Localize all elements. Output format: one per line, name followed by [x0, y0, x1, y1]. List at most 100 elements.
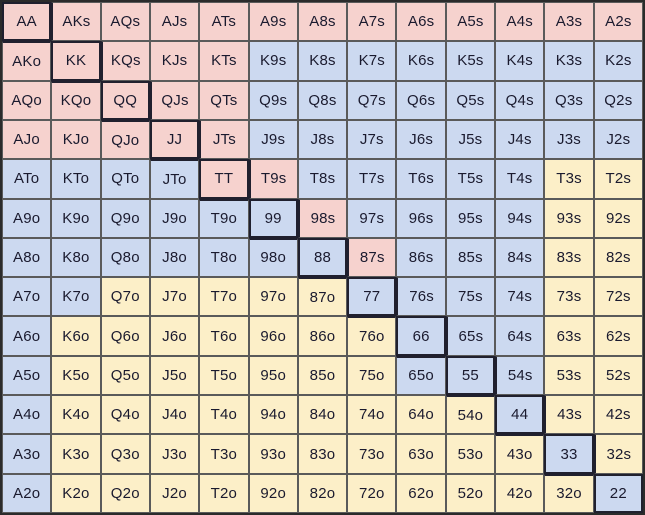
- hand-cell-32s[interactable]: 32s: [593, 434, 643, 474]
- hand-cell-t9s[interactable]: T9s: [248, 159, 298, 199]
- hand-cell-k3o[interactable]: K3o: [51, 434, 101, 474]
- hand-cell-t3o[interactable]: T3o: [199, 434, 249, 474]
- hand-cell-33[interactable]: 33: [544, 434, 594, 474]
- hand-cell-t4s[interactable]: T4s: [495, 159, 545, 199]
- hand-cell-53s[interactable]: 53s: [544, 355, 594, 396]
- hand-cell-a6s[interactable]: A6s: [396, 2, 446, 42]
- hand-cell-a8s[interactable]: A8s: [297, 2, 348, 42]
- hand-cell-64s[interactable]: 64s: [495, 316, 545, 356]
- hand-cell-kto[interactable]: KTo: [51, 159, 101, 199]
- hand-cell-qjs[interactable]: QJs: [149, 80, 200, 120]
- hand-cell-k4o[interactable]: K4o: [51, 395, 101, 435]
- hand-cell-j2o[interactable]: J2o: [149, 473, 200, 513]
- hand-cell-t5o[interactable]: T5o: [199, 355, 249, 396]
- hand-cell-q6o[interactable]: Q6o: [100, 316, 150, 356]
- hand-cell-a5s[interactable]: A5s: [445, 2, 496, 42]
- hand-cell-t7s[interactable]: T7s: [347, 159, 397, 199]
- hand-cell-54o[interactable]: 54o: [445, 395, 496, 435]
- hand-cell-77[interactable]: 77: [347, 277, 397, 317]
- hand-cell-66[interactable]: 66: [396, 316, 446, 356]
- hand-cell-j3s[interactable]: J3s: [544, 119, 594, 160]
- hand-cell-j4o[interactable]: J4o: [149, 395, 200, 435]
- hand-cell-43o[interactable]: 43o: [495, 434, 545, 474]
- hand-cell-92o[interactable]: 92o: [248, 473, 298, 513]
- hand-cell-t8s[interactable]: T8s: [297, 159, 348, 199]
- hand-cell-j8s[interactable]: J8s: [297, 119, 348, 160]
- hand-cell-q5s[interactable]: Q5s: [445, 80, 496, 120]
- hand-cell-a2o[interactable]: A2o: [2, 473, 52, 513]
- hand-cell-qts[interactable]: QTs: [199, 80, 249, 120]
- hand-cell-95o[interactable]: 95o: [248, 355, 298, 396]
- hand-cell-a4s[interactable]: A4s: [495, 2, 545, 42]
- hand-cell-88[interactable]: 88: [297, 237, 348, 278]
- hand-cell-76o[interactable]: 76o: [347, 316, 397, 356]
- hand-cell-55[interactable]: 55: [445, 355, 496, 396]
- hand-cell-k5o[interactable]: K5o: [51, 355, 101, 396]
- hand-cell-t3s[interactable]: T3s: [544, 159, 594, 199]
- hand-cell-qjo[interactable]: QJo: [100, 119, 150, 160]
- hand-cell-t2o[interactable]: T2o: [199, 473, 249, 513]
- hand-cell-kqs[interactable]: KQs: [100, 41, 150, 81]
- hand-cell-j5o[interactable]: J5o: [149, 355, 200, 396]
- hand-cell-qq[interactable]: QQ: [100, 80, 150, 120]
- hand-cell-62o[interactable]: 62o: [396, 473, 446, 513]
- hand-cell-65o[interactable]: 65o: [396, 355, 446, 396]
- hand-cell-kjs[interactable]: KJs: [149, 41, 200, 81]
- hand-cell-93s[interactable]: 93s: [544, 198, 594, 238]
- hand-cell-ako[interactable]: AKo: [2, 41, 52, 81]
- hand-cell-t2s[interactable]: T2s: [593, 159, 643, 199]
- hand-cell-q9s[interactable]: Q9s: [248, 80, 298, 120]
- hand-cell-k3s[interactable]: K3s: [544, 41, 594, 81]
- hand-cell-a9s[interactable]: A9s: [248, 2, 298, 42]
- hand-cell-q2s[interactable]: Q2s: [593, 80, 643, 120]
- hand-cell-q7o[interactable]: Q7o: [100, 277, 150, 317]
- hand-cell-aqs[interactable]: AQs: [100, 2, 150, 42]
- hand-cell-k4s[interactable]: K4s: [495, 41, 545, 81]
- hand-cell-k7s[interactable]: K7s: [347, 41, 397, 81]
- hand-cell-aks[interactable]: AKs: [51, 2, 101, 42]
- hand-cell-76s[interactable]: 76s: [396, 277, 446, 317]
- hand-cell-a5o[interactable]: A5o: [2, 355, 52, 396]
- hand-cell-54s[interactable]: 54s: [495, 355, 545, 396]
- hand-cell-32o[interactable]: 32o: [544, 473, 594, 513]
- hand-cell-k6s[interactable]: K6s: [396, 41, 446, 81]
- hand-cell-q4o[interactable]: Q4o: [100, 395, 150, 435]
- hand-cell-j9s[interactable]: J9s: [248, 119, 298, 160]
- hand-cell-k6o[interactable]: K6o: [51, 316, 101, 356]
- hand-cell-52s[interactable]: 52s: [593, 355, 643, 396]
- hand-cell-63o[interactable]: 63o: [396, 434, 446, 474]
- hand-cell-85o[interactable]: 85o: [297, 355, 348, 396]
- hand-cell-k7o[interactable]: K7o: [51, 277, 101, 317]
- hand-cell-q5o[interactable]: Q5o: [100, 355, 150, 396]
- hand-cell-86s[interactable]: 86s: [396, 237, 446, 278]
- hand-cell-q2o[interactable]: Q2o: [100, 473, 150, 513]
- hand-cell-t5s[interactable]: T5s: [445, 159, 496, 199]
- hand-cell-q8o[interactable]: Q8o: [100, 237, 150, 278]
- hand-cell-j7o[interactable]: J7o: [149, 277, 200, 317]
- hand-cell-ajs[interactable]: AJs: [149, 2, 200, 42]
- hand-cell-84o[interactable]: 84o: [297, 395, 348, 435]
- hand-cell-kqo[interactable]: KQo: [51, 80, 101, 120]
- hand-cell-k5s[interactable]: K5s: [445, 41, 496, 81]
- hand-cell-a2s[interactable]: A2s: [593, 2, 643, 42]
- hand-cell-75o[interactable]: 75o: [347, 355, 397, 396]
- hand-cell-95s[interactable]: 95s: [445, 198, 496, 238]
- hand-cell-jts[interactable]: JTs: [199, 119, 249, 160]
- hand-cell-aqo[interactable]: AQo: [2, 80, 52, 120]
- hand-cell-q6s[interactable]: Q6s: [396, 80, 446, 120]
- hand-cell-83s[interactable]: 83s: [544, 237, 594, 278]
- hand-cell-72s[interactable]: 72s: [593, 277, 643, 317]
- hand-cell-87o[interactable]: 87o: [297, 277, 348, 317]
- hand-cell-qto[interactable]: QTo: [100, 159, 150, 199]
- hand-cell-j6s[interactable]: J6s: [396, 119, 446, 160]
- hand-cell-85s[interactable]: 85s: [445, 237, 496, 278]
- hand-cell-k8o[interactable]: K8o: [51, 237, 101, 278]
- hand-cell-82o[interactable]: 82o: [297, 473, 348, 513]
- hand-cell-86o[interactable]: 86o: [297, 316, 348, 356]
- hand-cell-t8o[interactable]: T8o: [199, 237, 249, 278]
- hand-cell-a8o[interactable]: A8o: [2, 237, 52, 278]
- hand-cell-q3o[interactable]: Q3o: [100, 434, 150, 474]
- hand-cell-j2s[interactable]: J2s: [593, 119, 643, 160]
- hand-cell-k2s[interactable]: K2s: [593, 41, 643, 81]
- hand-cell-74o[interactable]: 74o: [347, 395, 397, 435]
